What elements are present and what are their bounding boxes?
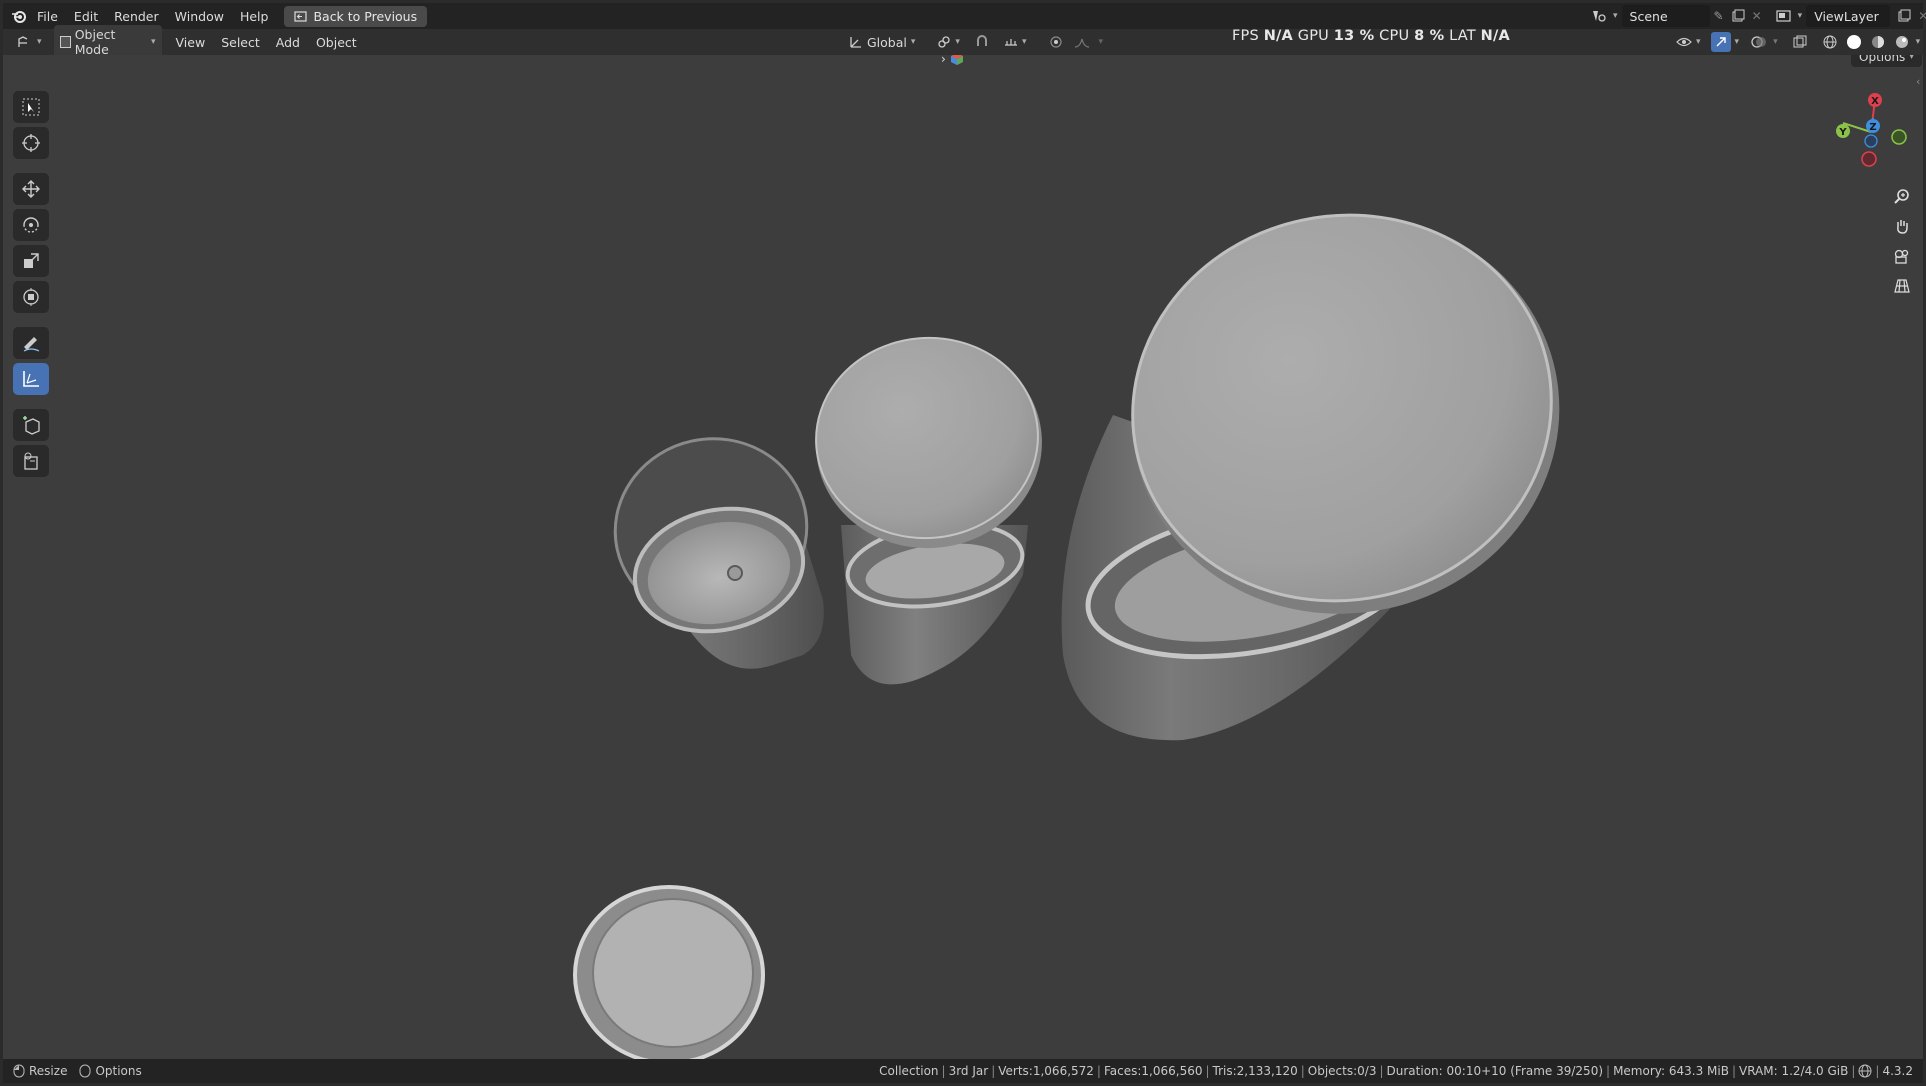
proportional-falloff-icon[interactable]: [1072, 32, 1092, 52]
object-mode-icon: [59, 36, 71, 48]
pivot-point-dropdown[interactable]: ▾: [931, 33, 966, 51]
status-verts: Verts:1,066,572: [998, 1064, 1094, 1078]
status-memory: Memory: 643.3 MiB: [1613, 1064, 1729, 1078]
mode-label: Object Mode: [74, 27, 116, 57]
menu-help[interactable]: Help: [232, 9, 277, 24]
status-faces: Faces:1,066,560: [1103, 1064, 1203, 1078]
editor-type-chevron-icon: ▾: [37, 37, 42, 47]
pivot-chevron-icon: ▾: [955, 37, 960, 47]
blender-logo-icon[interactable]: [9, 6, 29, 26]
new-view-layer-icon[interactable]: [1894, 6, 1914, 26]
view-layer-icon[interactable]: [1774, 6, 1794, 26]
3d-viewport[interactable]: › Options ▾ ‹ X Y Z: [3, 55, 1923, 1059]
status-active-object: 3rd Jar: [948, 1064, 989, 1078]
gizmo-chevron-icon[interactable]: ▾: [1735, 37, 1740, 47]
shading-chevron-icon[interactable]: ▾: [1916, 37, 1921, 47]
delete-view-layer-icon[interactable]: ✕: [1918, 9, 1926, 23]
proportional-falloff-chevron-icon: ▾: [1098, 37, 1103, 47]
visibility-dropdown[interactable]: ▾: [1670, 33, 1707, 51]
loose-lid[interactable]: [573, 885, 765, 1059]
orientation-label: Global: [867, 34, 907, 50]
transform-orientation-dropdown[interactable]: Global ▾: [843, 33, 921, 52]
scene-chevron-icon: ▾: [1613, 11, 1618, 21]
proportional-edit-icon[interactable]: [1046, 32, 1066, 52]
status-hint-resize: Resize: [29, 1064, 68, 1078]
menu-window[interactable]: Window: [167, 9, 232, 24]
viewport-header: ▾ Object Mode ▾ View Select Add Object G…: [3, 25, 1923, 59]
new-scene-icon[interactable]: [1728, 6, 1748, 26]
small-open-jar[interactable]: [598, 421, 824, 669]
performance-overlay: FPS N/A GPU 13 % CPU 8 % LAT N/A: [1232, 28, 1510, 44]
view-layer-chevron-icon: ▾: [1797, 11, 1803, 21]
status-vram: VRAM: 1.2/4.0 GiB: [1738, 1064, 1849, 1078]
gpu-value: 13 %: [1333, 28, 1375, 44]
orientation-chevron-icon: ▾: [910, 37, 916, 47]
mouse-left-icon: [13, 1064, 25, 1078]
status-duration: Duration: 00:10+10 (Frame 39/250): [1386, 1064, 1604, 1078]
rendered-shading-icon[interactable]: [1892, 32, 1912, 52]
fps-value: N/A: [1263, 28, 1293, 44]
top-menu-bar: File Edit Render Window Help Back to Pre…: [3, 3, 1926, 29]
fps-label: FPS: [1232, 28, 1259, 44]
view-layer-name: ViewLayer: [1814, 8, 1879, 24]
orientation-axes-icon: [850, 37, 861, 48]
snap-target-dropdown[interactable]: ▾: [998, 33, 1033, 51]
xray-toggle-icon[interactable]: [1790, 32, 1810, 52]
mode-chevron-icon: ▾: [151, 37, 156, 47]
status-collection: Collection: [879, 1064, 939, 1078]
network-globe-icon[interactable]: [1858, 1064, 1872, 1078]
menu-edit[interactable]: Edit: [66, 9, 106, 24]
cpu-label: CPU: [1379, 28, 1410, 44]
status-objects: Objects:0/3: [1307, 1064, 1377, 1078]
status-bar: Resize Options Collection | 3rd Jar | Vert…: [3, 1059, 1923, 1083]
status-version: 4.3.2: [1882, 1064, 1913, 1078]
selectability-visibility-icon: [1676, 37, 1692, 47]
visibility-chevron-icon: ▾: [1696, 37, 1701, 47]
large-jar-with-lid[interactable]: [1061, 177, 1597, 741]
pivot-link-icon: [938, 36, 951, 48]
scene-selector-icon[interactable]: [1589, 6, 1609, 26]
view-layer-field[interactable]: ViewLayer: [1806, 5, 1891, 27]
scene-render: [573, 177, 1597, 1059]
status-tris: Tris:2,133,120: [1212, 1064, 1298, 1078]
menu-select[interactable]: Select: [213, 35, 268, 50]
status-hint-options: Options: [95, 1064, 142, 1078]
snap-target-chevron-icon: ▾: [1021, 37, 1027, 47]
back-to-previous-label: Back to Previous: [313, 8, 418, 24]
snap-increment-icon: [1004, 39, 1017, 46]
lat-label: LAT: [1449, 28, 1476, 44]
mode-dropdown[interactable]: Object Mode ▾: [53, 25, 162, 59]
editor-type-selector[interactable]: ▾: [11, 33, 48, 51]
lat-value: N/A: [1480, 28, 1510, 44]
scene-pin-icon[interactable]: ✎: [1714, 9, 1724, 23]
delete-scene-icon[interactable]: ✕: [1752, 9, 1762, 23]
medium-jar-with-lid[interactable]: [807, 329, 1050, 685]
menu-object[interactable]: Object: [308, 35, 365, 50]
material-preview-shading-icon[interactable]: [1868, 32, 1888, 52]
gpu-label: GPU: [1297, 28, 1329, 44]
scene-name: Scene: [1629, 8, 1668, 24]
gizmo-toggle-icon[interactable]: [1710, 32, 1731, 52]
mouse-right-icon: [79, 1064, 91, 1078]
overlays-toggle-icon[interactable]: [1749, 32, 1769, 52]
cpu-value: 8 %: [1414, 28, 1445, 44]
overlays-chevron-icon[interactable]: ▾: [1773, 37, 1778, 47]
wireframe-shading-icon[interactable]: [1820, 32, 1840, 52]
menu-add[interactable]: Add: [268, 35, 308, 50]
editor-type-icon: [18, 36, 28, 47]
snap-toggle-icon[interactable]: [972, 32, 992, 52]
solid-shading-icon[interactable]: [1844, 32, 1864, 52]
scene-field[interactable]: Scene: [1621, 5, 1710, 27]
menu-file[interactable]: File: [29, 9, 66, 24]
menu-view[interactable]: View: [168, 35, 214, 50]
menu-render[interactable]: Render: [106, 9, 167, 24]
back-icon: [294, 10, 308, 22]
back-to-previous-button[interactable]: Back to Previous: [284, 5, 428, 27]
